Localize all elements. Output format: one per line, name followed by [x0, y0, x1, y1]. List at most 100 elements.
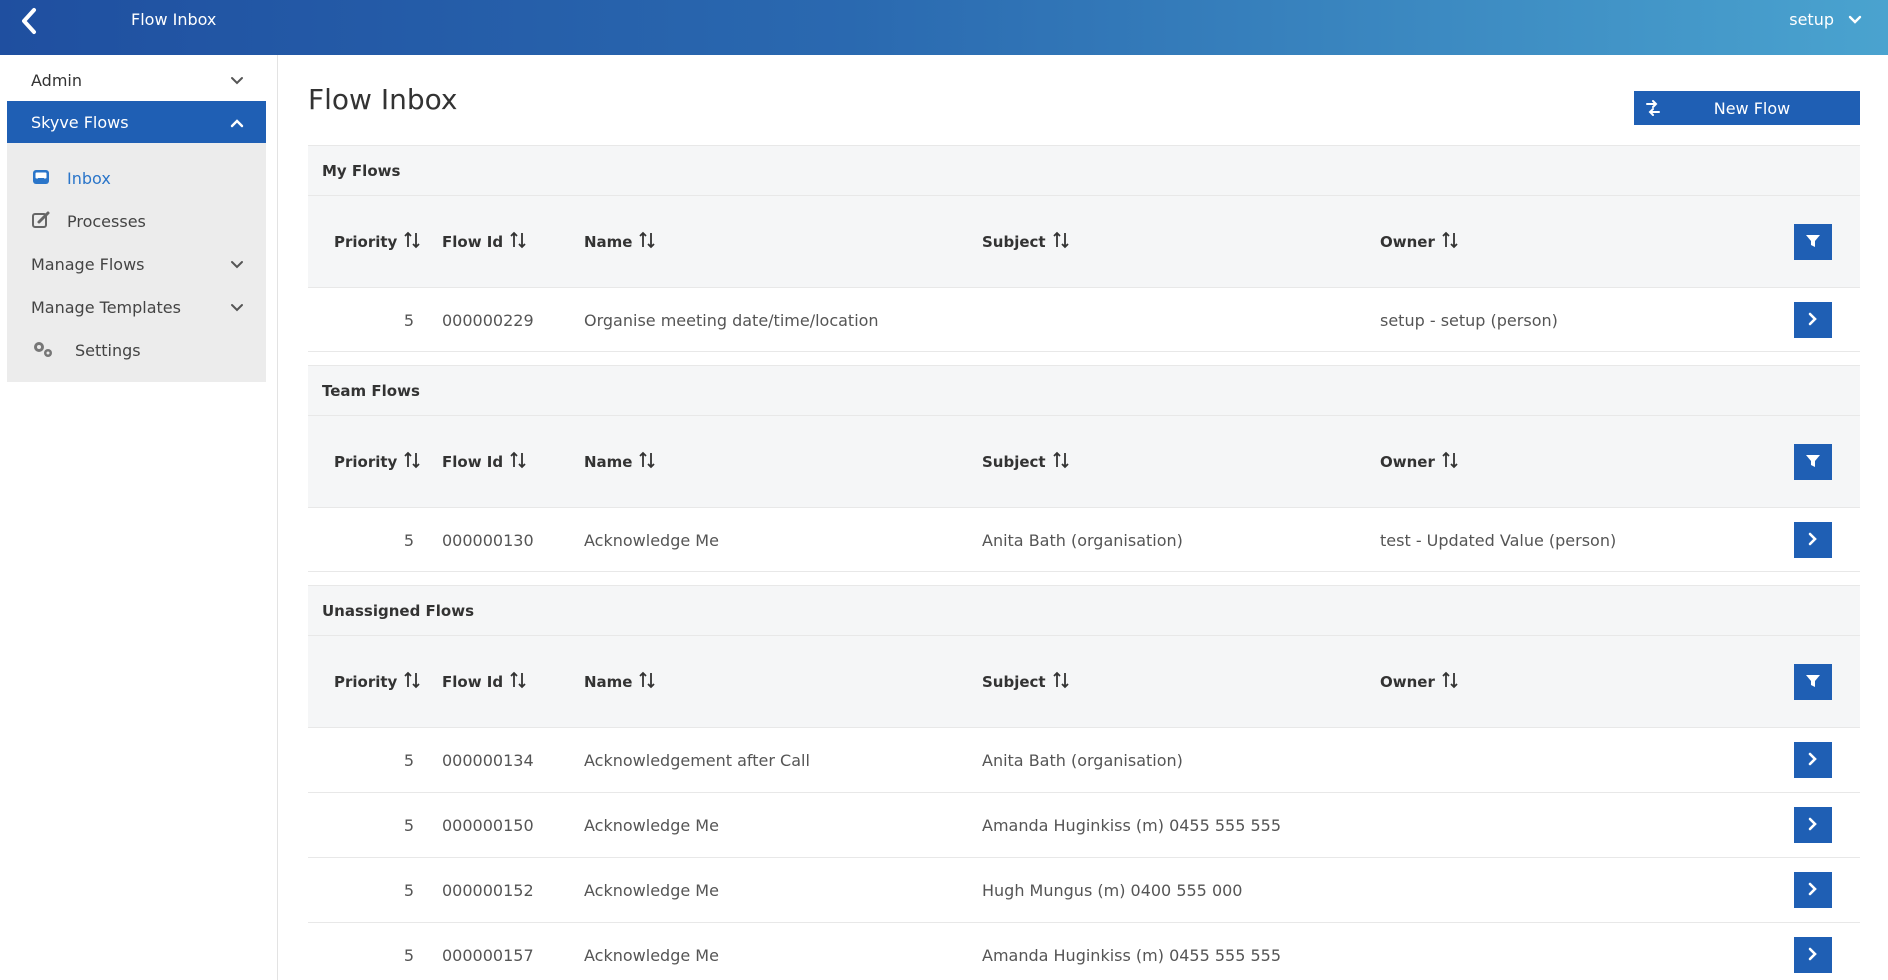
- open-flow-button[interactable]: [1794, 807, 1832, 843]
- sort-icon: [403, 450, 421, 474]
- sidebar-item-label: Inbox: [67, 169, 111, 188]
- column-label: Priority: [334, 673, 398, 691]
- back-chevron-icon[interactable]: [18, 6, 42, 36]
- section-unassigned-flows: Unassigned Flows Priority Flow Id Name S…: [308, 585, 1860, 980]
- cell-name: Organise meeting date/time/location: [584, 311, 879, 330]
- column-header-priority[interactable]: Priority: [334, 196, 421, 288]
- sort-icon: [403, 670, 421, 694]
- sidebar-item-settings[interactable]: Settings: [7, 329, 266, 372]
- column-header-priority[interactable]: Priority: [334, 636, 421, 728]
- column-header-flow-id[interactable]: Flow Id: [442, 636, 527, 728]
- chevron-down-icon: [1848, 10, 1862, 29]
- chevron-right-icon: [1807, 532, 1819, 549]
- sort-icon: [1441, 450, 1459, 474]
- sort-icon: [638, 450, 656, 474]
- user-name: setup: [1789, 10, 1834, 29]
- open-flow-button[interactable]: [1794, 742, 1832, 778]
- column-header-name[interactable]: Name: [584, 636, 656, 728]
- sidebar-item-manage-flows[interactable]: Manage Flows: [7, 243, 266, 286]
- column-label: Owner: [1380, 453, 1435, 471]
- new-flow-button[interactable]: New Flow: [1634, 91, 1860, 125]
- column-header-subject[interactable]: Subject: [982, 196, 1070, 288]
- chevron-down-icon: [230, 255, 244, 274]
- table-row[interactable]: 5 000000150 Acknowledge Me Amanda Hugink…: [308, 792, 1860, 857]
- table-header: Priority Flow Id Name Subject Owner: [308, 635, 1860, 727]
- user-menu[interactable]: setup: [1789, 10, 1862, 29]
- cell-flow-id: 000000130: [442, 531, 534, 550]
- table-row[interactable]: 5 000000229 Organise meeting date/time/l…: [308, 287, 1860, 352]
- table-row[interactable]: 5 000000130 Acknowledge Me Anita Bath (o…: [308, 507, 1860, 572]
- cell-flow-id: 000000152: [442, 881, 534, 900]
- page-title: Flow Inbox: [308, 83, 458, 116]
- cell-subject: Amanda Huginkiss (m) 0455 555 555: [982, 946, 1282, 965]
- section-title: Unassigned Flows: [308, 585, 1860, 635]
- column-header-subject[interactable]: Subject: [982, 636, 1070, 728]
- cell-priority: 5: [403, 311, 414, 330]
- cell-name: Acknowledge Me: [584, 816, 719, 835]
- table-row[interactable]: 5 000000157 Acknowledge Me Amanda Hugink…: [308, 922, 1860, 980]
- filter-button[interactable]: [1794, 224, 1832, 260]
- column-label: Name: [584, 233, 633, 251]
- sidebar: Admin Skyve Flows Inbox Processes Manage…: [0, 55, 278, 980]
- app-title: Flow Inbox: [131, 10, 217, 29]
- column-label: Name: [584, 673, 633, 691]
- edit-icon: [31, 210, 51, 234]
- cell-flow-id: 000000157: [442, 946, 534, 965]
- sort-icon: [1441, 670, 1459, 694]
- cell-owner: setup - setup (person): [1380, 311, 1558, 330]
- sidebar-group-skyve-flows[interactable]: Skyve Flows: [7, 101, 266, 143]
- column-header-flow-id[interactable]: Flow Id: [442, 416, 527, 508]
- column-label: Subject: [982, 673, 1046, 691]
- sort-icon: [1052, 450, 1070, 474]
- flow-icon: [1644, 99, 1662, 121]
- cell-flow-id: 000000150: [442, 816, 534, 835]
- top-bar: Flow Inbox setup: [0, 0, 1888, 55]
- column-header-subject[interactable]: Subject: [982, 416, 1070, 508]
- table-row[interactable]: 5 000000134 Acknowledgement after Call A…: [308, 727, 1860, 792]
- column-header-owner[interactable]: Owner: [1380, 196, 1459, 288]
- column-header-owner[interactable]: Owner: [1380, 636, 1459, 728]
- column-header-name[interactable]: Name: [584, 196, 656, 288]
- chevron-up-icon: [230, 113, 244, 132]
- sidebar-item-inbox[interactable]: Inbox: [7, 157, 266, 200]
- sidebar-item-label: Manage Flows: [31, 255, 145, 274]
- sort-icon: [509, 230, 527, 254]
- filter-button[interactable]: [1794, 664, 1832, 700]
- gears-icon: [31, 339, 55, 363]
- sort-icon: [638, 230, 656, 254]
- cell-subject: Hugh Mungus (m) 0400 555 000: [982, 881, 1243, 900]
- open-flow-button[interactable]: [1794, 872, 1832, 908]
- sort-icon: [509, 450, 527, 474]
- sidebar-submenu: Inbox Processes Manage Flows Manage Temp…: [7, 143, 266, 382]
- sidebar-item-manage-templates[interactable]: Manage Templates: [7, 286, 266, 329]
- section-team-flows: Team Flows Priority Flow Id Name Subject…: [308, 365, 1860, 572]
- cell-subject: Anita Bath (organisation): [982, 751, 1183, 770]
- column-label: Priority: [334, 233, 398, 251]
- open-flow-button[interactable]: [1794, 522, 1832, 558]
- cell-priority: 5: [403, 751, 414, 770]
- column-label: Flow Id: [442, 673, 504, 691]
- open-flow-button[interactable]: [1794, 302, 1832, 338]
- filter-icon: [1805, 233, 1821, 252]
- filter-icon: [1805, 673, 1821, 692]
- cell-name: Acknowledgement after Call: [584, 751, 810, 770]
- column-header-name[interactable]: Name: [584, 416, 656, 508]
- filter-button[interactable]: [1794, 444, 1832, 480]
- main-content: Flow Inbox New Flow My Flows Priority Fl…: [308, 55, 1860, 980]
- sidebar-item-processes[interactable]: Processes: [7, 200, 266, 243]
- table-row[interactable]: 5 000000152 Acknowledge Me Hugh Mungus (…: [308, 857, 1860, 922]
- column-header-priority[interactable]: Priority: [334, 416, 421, 508]
- chevron-down-icon: [230, 71, 244, 90]
- column-label: Flow Id: [442, 453, 504, 471]
- section-title: Team Flows: [308, 365, 1860, 415]
- open-flow-button[interactable]: [1794, 937, 1832, 973]
- sidebar-item-label: Processes: [67, 212, 146, 231]
- column-header-flow-id[interactable]: Flow Id: [442, 196, 527, 288]
- sidebar-item-admin[interactable]: Admin: [7, 59, 266, 101]
- sidebar-item-label: Settings: [75, 341, 141, 360]
- sort-icon: [403, 230, 421, 254]
- section-my-flows: My Flows Priority Flow Id Name Subject O…: [308, 145, 1860, 352]
- column-header-owner[interactable]: Owner: [1380, 416, 1459, 508]
- inbox-icon: [31, 167, 51, 191]
- chevron-right-icon: [1807, 752, 1819, 769]
